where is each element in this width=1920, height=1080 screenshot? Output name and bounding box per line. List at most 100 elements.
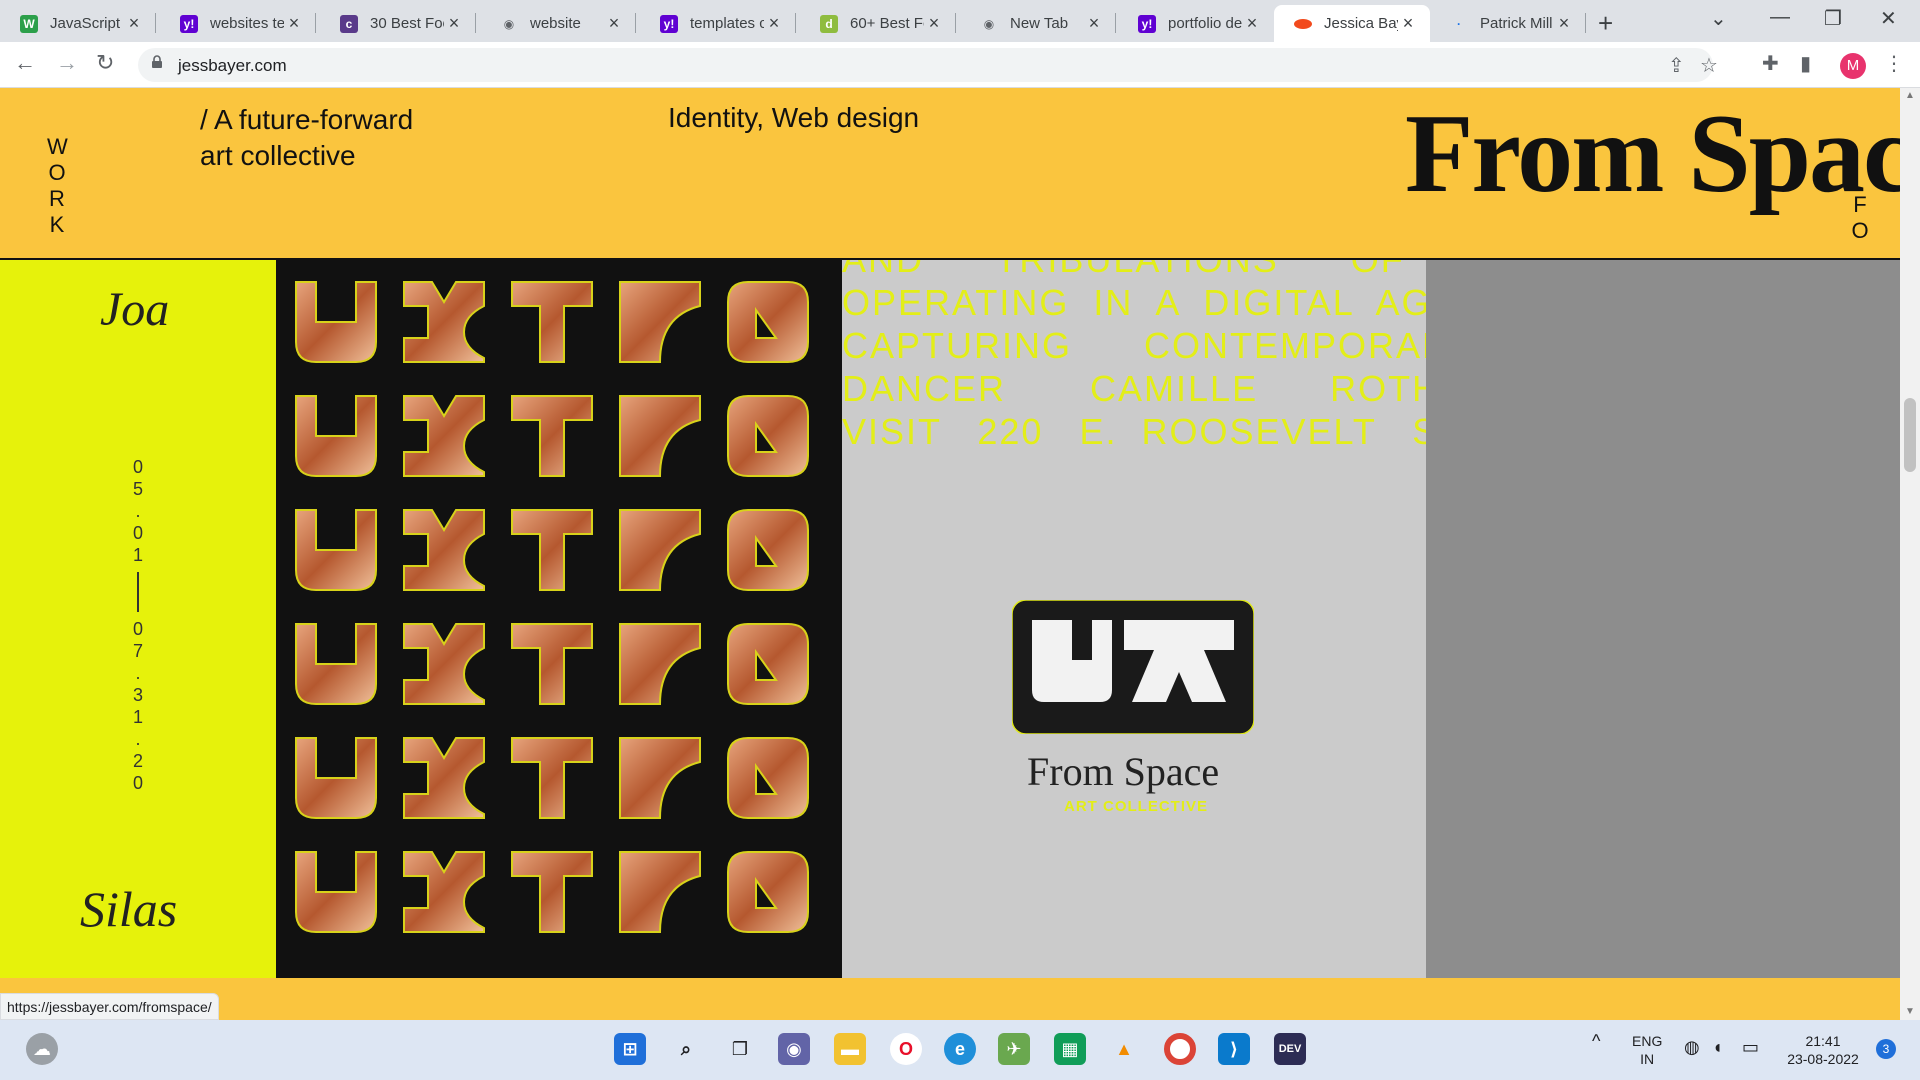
- nav-letter: .: [135, 729, 141, 749]
- url-text[interactable]: jessbayer.com: [178, 56, 287, 76]
- address-bar[interactable]: jessbayer.com ⇪ ☆: [138, 48, 1718, 82]
- devc-icon[interactable]: DEV: [1274, 1033, 1306, 1065]
- logo-subtitle: ART COLLECTIVE: [1064, 798, 1208, 815]
- project-title[interactable]: From Space: [1405, 90, 1900, 219]
- tagline-line-2: art collective: [200, 140, 356, 171]
- logo-poster-panel: AND TRIBULATIONS OFOPERATING IN A DIGITA…: [842, 260, 1426, 978]
- new-tab-button[interactable]: +: [1598, 8, 1613, 39]
- glyph-tile: [511, 737, 593, 819]
- tab-title: Jessica Bay: [1324, 15, 1398, 32]
- volume-icon[interactable]: ◖: [1712, 1038, 1723, 1056]
- poster-text-lines: AND TRIBULATIONS OFOPERATING IN A DIGITA…: [842, 260, 1426, 453]
- chrome-icon[interactable]: [1164, 1033, 1196, 1065]
- tray-overflow-icon[interactable]: ^: [1592, 1032, 1600, 1050]
- clock[interactable]: 21:41 23-08-2022: [1778, 1032, 1868, 1068]
- tab-separator: [1115, 13, 1116, 33]
- task-view-icon[interactable]: ❐: [724, 1033, 756, 1065]
- close-tab-icon[interactable]: ×: [1554, 13, 1574, 34]
- start-icon[interactable]: ⊞: [614, 1033, 646, 1065]
- close-tab-icon[interactable]: ×: [1398, 13, 1418, 34]
- tab-search-icon[interactable]: ⌄: [1710, 6, 1727, 31]
- browser-toolbar: ← → ↻ jessbayer.com ⇪ ☆ ✚ ▮ ⋮: [0, 42, 1920, 88]
- menu-icon[interactable]: ⋮: [1884, 51, 1904, 76]
- nav-letter: .: [135, 663, 141, 683]
- glyph-tile: [295, 737, 377, 819]
- tab-title: website: [530, 15, 581, 32]
- poster-text-line: OPERATING IN A DIGITAL AGE: [842, 282, 1426, 323]
- side-panel-icon[interactable]: ▮: [1800, 51, 1811, 76]
- reload-icon[interactable]: ↻: [96, 50, 114, 76]
- close-tab-icon[interactable]: ×: [1242, 13, 1262, 34]
- nav-letter: O: [48, 160, 66, 185]
- close-tab-icon[interactable]: ×: [924, 13, 944, 34]
- search-icon[interactable]: ⌕: [670, 1033, 702, 1065]
- close-tab-icon[interactable]: ×: [604, 13, 624, 34]
- nav-letter: 1: [132, 545, 143, 565]
- yahoo-icon: y!: [660, 14, 678, 33]
- poster-dates: 05.01 07.31.20: [128, 456, 148, 794]
- poster-text-line: CAPTURING CONTEMPORARY: [842, 325, 1426, 366]
- tab-separator: [795, 13, 796, 33]
- poster-text-line: AND TRIBULATIONS OF: [842, 260, 1426, 281]
- scrollbar-thumb[interactable]: [1904, 398, 1916, 472]
- poster-artist-second: Silas: [80, 881, 178, 937]
- close-tab-icon[interactable]: ×: [444, 13, 464, 34]
- extensions-icon[interactable]: ✚: [1762, 51, 1779, 76]
- minimize-icon[interactable]: —: [1770, 6, 1790, 29]
- browser-tab[interactable]: W JavaScript F×: [0, 5, 156, 42]
- browser-tab[interactable]: y! templates c ×: [640, 5, 796, 42]
- scroll-up-icon[interactable]: ▲: [1905, 90, 1915, 101]
- glyph-tile: [403, 509, 485, 591]
- forward-icon[interactable]: →: [56, 50, 78, 76]
- glyph-tile: [619, 851, 701, 933]
- glyph-grid-image: [295, 281, 809, 933]
- edge-icon[interactable]: e: [944, 1033, 976, 1065]
- back-icon[interactable]: ←: [14, 50, 36, 76]
- language-indicator[interactable]: ENG IN: [1632, 1032, 1662, 1068]
- glyph-tile: [295, 281, 377, 363]
- profile-avatar[interactable]: M: [1840, 53, 1866, 79]
- glyph-tile: [727, 281, 809, 363]
- glyph-tile: [727, 395, 809, 477]
- browser-tab[interactable]: y! portfolio de ×: [1118, 5, 1274, 42]
- close-tab-icon[interactable]: ×: [1084, 13, 1104, 34]
- glyph-tile: [619, 281, 701, 363]
- glyph-tile: [619, 737, 701, 819]
- network-icon[interactable]: ◍: [1684, 1038, 1700, 1056]
- browser-tab[interactable]: c 30 Best Foo ×: [320, 5, 476, 42]
- w-icon: W: [20, 14, 38, 33]
- loading-icon: ·: [1457, 16, 1461, 31]
- browser-tab[interactable]: ◉ New Tab ×: [960, 5, 1116, 42]
- notification-badge[interactable]: 3: [1876, 1039, 1896, 1059]
- vlc-icon[interactable]: ▲: [1108, 1033, 1140, 1065]
- scroll-down-icon[interactable]: ▼: [1905, 1006, 1915, 1017]
- maps-icon[interactable]: ✈: [998, 1033, 1030, 1065]
- project-gallery[interactable]: Joa 05.01 07.31.20 Silas OPERATING IN A …: [0, 258, 1900, 978]
- weather-icon[interactable]: ☁: [26, 1033, 58, 1065]
- vscode-icon[interactable]: ⟩: [1218, 1033, 1250, 1065]
- language-line-1: ENG: [1632, 1033, 1663, 1049]
- page-scrollbar[interactable]: ▲ ▼: [1900, 88, 1920, 1020]
- file-explorer-icon[interactable]: ▬: [834, 1033, 866, 1065]
- share-icon[interactable]: ⇪: [1668, 53, 1685, 78]
- app-green-icon[interactable]: ▦: [1054, 1033, 1086, 1065]
- restore-icon[interactable]: ❐: [1824, 6, 1842, 31]
- close-window-icon[interactable]: ✕: [1880, 6, 1897, 31]
- close-tab-icon[interactable]: ×: [124, 13, 144, 34]
- glyph-tile: [295, 623, 377, 705]
- chat-icon[interactable]: ◉: [778, 1033, 810, 1065]
- browser-tab[interactable]: Jessica Bay ×: [1274, 5, 1430, 42]
- browser-tab[interactable]: y! websites te ×: [160, 5, 316, 42]
- browser-tab[interactable]: d 60+ Best Fo ×: [800, 5, 956, 42]
- close-tab-icon[interactable]: ×: [764, 13, 784, 34]
- nav-work-link[interactable]: WORK: [47, 134, 68, 238]
- battery-icon[interactable]: ▭: [1742, 1038, 1759, 1056]
- browser-tab[interactable]: · Patrick Mill ×: [1430, 5, 1586, 42]
- tab-title: portfolio de: [1168, 15, 1242, 32]
- bookmark-star-icon[interactable]: ☆: [1700, 53, 1718, 78]
- close-tab-icon[interactable]: ×: [284, 13, 304, 34]
- opera-icon[interactable]: O: [890, 1033, 922, 1065]
- browser-tab[interactable]: ◉ website ×: [480, 5, 636, 42]
- tab-separator: [315, 13, 316, 33]
- tab-title: templates c: [690, 15, 764, 32]
